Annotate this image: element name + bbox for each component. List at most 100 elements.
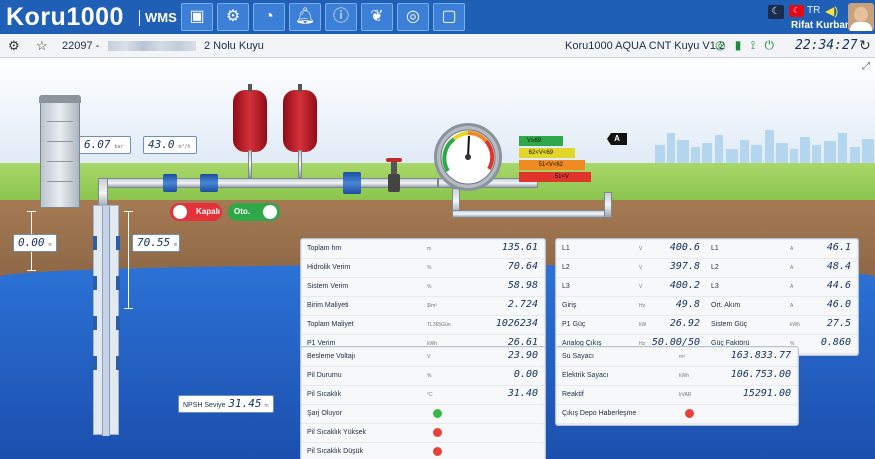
pump-state-label: Kapalı <box>196 207 221 216</box>
table-row: P1 Güç kW 26.92 Sistem Güç kWh 27.5 <box>557 316 857 334</box>
brand-logo[interactable]: Koru1000 <box>6 3 124 32</box>
row-unit: kVAR <box>679 392 692 398</box>
status-dot <box>685 409 694 418</box>
well-id: 22097 - <box>62 40 100 52</box>
battery-panel: Besleme Voltajı V 23.90 Pil Durumu% 0.00 Pil … <box>300 346 546 459</box>
dark-mode-icon[interactable]: ☾ <box>768 5 784 19</box>
row-unit: % <box>427 284 432 290</box>
row-value: 70.64 <box>507 261 538 272</box>
image-icon[interactable]: ▣ <box>181 3 213 31</box>
row-value: 15291.00 <box>742 388 791 399</box>
row-value: 48.4 <box>826 261 851 272</box>
flange <box>343 172 361 194</box>
row-value: 0.860 <box>820 337 851 348</box>
valve-stem <box>391 160 397 174</box>
dim-cap <box>124 308 133 309</box>
row-unit: m <box>427 246 432 252</box>
table-row: L1 V 400.6 L1 A 46.1 <box>557 240 857 258</box>
bell-icon[interactable]: 🔔︎ <box>289 3 321 31</box>
row-label: P1 Güç <box>562 321 586 328</box>
row-label: Hidrolik Verim <box>307 264 351 271</box>
level-bar: 51<V <box>519 172 591 182</box>
device-bar: ⚙ ☆ 22097 - 2 Nolu Kuyu Koru1000 AQUA CN… <box>0 34 875 58</box>
star-icon[interactable]: ☆ <box>36 38 48 54</box>
row-unit: kW <box>639 322 647 328</box>
control-cabinet[interactable] <box>39 95 81 208</box>
static-level-unit: m <box>48 242 52 248</box>
level-bar: V≥69 <box>519 136 563 146</box>
row-label: Çıkış Depo Haberleşme <box>562 410 637 417</box>
electrical-panel: L1 V 400.6 L1 A 46.1 L2 V 397.8 L2 A 48.4 L3 V 400.2 L3… <box>555 238 859 356</box>
info-icon[interactable]: ⓘ <box>325 3 357 31</box>
row-value: 0.00 <box>513 369 538 380</box>
table-row: Besleme Voltajı V 23.90 <box>302 348 544 366</box>
row-unit: kWh <box>790 322 800 328</box>
row-value: 135.61 <box>501 242 538 253</box>
flag-icon[interactable]: ☾ <box>789 5 804 17</box>
row-label: Şarj Oluyor <box>307 410 343 417</box>
dim-cap <box>124 211 133 212</box>
valve-handle[interactable] <box>386 158 402 162</box>
dim-cap <box>27 270 36 271</box>
dynamic-level-unit: m <box>174 242 178 248</box>
flow-meter <box>163 174 177 192</box>
pump-state-toggle[interactable]: Kapalı <box>170 203 222 221</box>
row-label: Besleme Voltajı <box>307 353 356 360</box>
auto-mode-toggle[interactable]: Oto. <box>228 203 280 221</box>
refresh-icon[interactable]: ↻ <box>859 37 871 54</box>
row-value: 400.2 <box>669 280 700 291</box>
table-row: Hidrolik Verim% 70.64 <box>302 259 544 277</box>
dynamic-level-value: 70.55 <box>137 236 171 249</box>
row-unit: V <box>427 354 431 360</box>
row-label: L3 <box>711 283 719 290</box>
redacted-text <box>108 41 196 51</box>
chat-icon[interactable]: ◎ <box>397 3 429 31</box>
settings-icon[interactable]: ⚙ <box>8 38 20 54</box>
avatar[interactable] <box>848 3 874 31</box>
status-dot <box>433 428 442 437</box>
row-value: 23.90 <box>507 350 538 361</box>
static-level-value: 0.00 <box>18 236 45 249</box>
row-unit: kWh <box>679 373 689 379</box>
pie-chart-icon[interactable]: ◔ <box>253 3 285 31</box>
row-label: Toplam Maliyet <box>307 321 354 328</box>
bypass-pipe <box>452 210 612 218</box>
row-unit: % <box>427 265 432 271</box>
row-value: 46.1 <box>826 242 851 253</box>
auto-mode-label: Oto. <box>234 207 250 216</box>
row-value: 2.724 <box>507 299 538 310</box>
user-name[interactable]: Rifat Kurban <box>791 20 851 31</box>
picture-icon[interactable]: ▢ <box>433 3 465 31</box>
level-legend: V≥69 62<V<69 51<V<62 51<V <box>519 136 591 184</box>
bypass-pipe <box>604 192 612 218</box>
row-label: Pil Sıcaklık <box>307 391 342 398</box>
row-value: 26.92 <box>669 318 700 329</box>
table-row: Elektrik Sayacı kWh 106.753.00 <box>557 367 797 385</box>
flow-value: 43.0 <box>148 138 175 151</box>
row-unit: % <box>427 373 432 379</box>
dynamic-level-line <box>128 211 129 309</box>
row-unit: A <box>790 303 794 309</box>
leaf-icon[interactable]: ❦ <box>361 3 393 31</box>
row-label: L3 <box>562 283 570 290</box>
row-label: Toplam hm <box>307 245 342 252</box>
table-row: Çıkış Depo Haberleşme <box>557 405 797 423</box>
well-name: 2 Nolu Kuyu <box>204 40 264 52</box>
row-label: L2 <box>562 264 570 271</box>
row-label: Giriş <box>562 302 577 309</box>
row-value: 106.753.00 <box>730 369 791 380</box>
row-unit: A <box>790 265 794 271</box>
table-row: Pil Sıcaklık Yüksek <box>302 424 544 442</box>
clock: 22:34:27 <box>795 38 858 53</box>
table-row: L3 V 400.2 L3 A 44.6 <box>557 278 857 296</box>
pressure-value: 6.07 <box>84 138 111 151</box>
main-pipe <box>98 178 438 188</box>
expand-icon[interactable]: ⤢ <box>862 61 870 72</box>
table-row: Pil Sıcaklık °C 31.40 <box>302 386 544 404</box>
gears-icon[interactable]: ⚙ <box>217 3 249 31</box>
table-row: Pil Durumu% 0.00 <box>302 367 544 385</box>
speaker-icon[interactable]: ◀) <box>825 4 838 18</box>
flow-readout: 43.0 m³/h <box>143 136 197 154</box>
language-label[interactable]: TR <box>807 5 820 16</box>
row-label: L1 <box>562 245 570 252</box>
